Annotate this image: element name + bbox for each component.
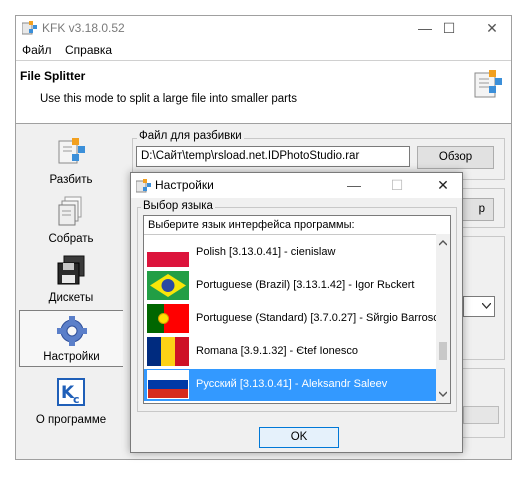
floppy-disks-icon: [57, 255, 85, 285]
list-header: Выберите язык интерфейса программы:: [144, 216, 450, 235]
stacked-pages-icon: [58, 196, 82, 226]
language-item-portuguese-brazil[interactable]: Portuguese (Brazil) [3.13.1.42] - Igor R…: [144, 270, 436, 302]
dialog-minimize-button[interactable]: —: [336, 173, 372, 198]
language-item-portuguese-standard[interactable]: Portuguese (Standard) [3.7.0.27] - Sйrgi…: [144, 303, 440, 335]
dialog-maximize-button[interactable]: ☐: [379, 173, 415, 198]
scroll-thumb[interactable]: [439, 342, 447, 360]
language-label: Portuguese (Standard) [3.7.0.27] - Sйrgi…: [196, 312, 440, 324]
menu-bar: Файл Справка: [16, 40, 511, 60]
flag-poland-icon: [147, 238, 189, 267]
language-label: Русский [3.13.0.41] - Aleksandr Saleev: [196, 378, 388, 390]
language-list[interactable]: Выберите язык интерфейса программы: Poli…: [143, 215, 451, 404]
close-button[interactable]: ✕: [471, 16, 513, 40]
dialog-close-button[interactable]: ✕: [425, 173, 461, 198]
title-bar[interactable]: KFK v3.18.0.52 — ☐ ✕: [16, 16, 511, 40]
menu-file[interactable]: Файл: [22, 43, 52, 57]
app-icon: [22, 21, 37, 35]
maximize-button[interactable]: ☐: [428, 16, 470, 40]
progress-bar: [463, 406, 499, 424]
language-item-romanian[interactable]: Romana [3.9.1.32] - Єtef Ionesco: [144, 336, 436, 368]
sidebar-item-about[interactable]: K c О программе: [19, 372, 123, 429]
gear-icon: [57, 316, 87, 346]
app-icon: [136, 179, 151, 193]
page-subtitle: Use this mode to split a large file into…: [40, 93, 297, 105]
sidebar-item-floppies[interactable]: Дискеты: [19, 250, 123, 307]
size-dropdown[interactable]: [463, 296, 495, 317]
list-scrollbar[interactable]: [436, 234, 450, 403]
flag-brazil-icon: [147, 271, 189, 300]
svg-text:c: c: [73, 393, 80, 406]
page-title: File Splitter: [20, 69, 86, 83]
sidebar-item-label: Дискеты: [48, 292, 94, 304]
sidebar-item-label: Настройки: [43, 351, 100, 363]
browse-button[interactable]: Обзор: [417, 146, 494, 169]
language-item-polish[interactable]: Polish [3.13.0.41] - cienislaw: [144, 237, 436, 269]
window-title: KFK v3.18.0.52: [42, 21, 125, 35]
language-item-russian[interactable]: Русский [3.13.0.41] - Aleksandr Saleev: [144, 369, 436, 401]
sidebar-item-join[interactable]: Собрать: [19, 191, 123, 248]
language-label: Romana [3.9.1.32] - Єtef Ionesco: [196, 345, 358, 357]
sidebar-item-settings[interactable]: Настройки: [19, 310, 123, 367]
dialog-title-bar[interactable]: Настройки — ☐ ✕: [131, 173, 462, 198]
sidebar-item-split[interactable]: Разбить: [19, 132, 123, 189]
list-header-label: Выберите язык интерфейса программы:: [148, 219, 355, 231]
file-group-label: Файл для разбивки: [137, 130, 244, 142]
chevron-down-icon: [482, 303, 491, 309]
sidebar-item-label: О программе: [35, 414, 107, 426]
language-label: Polish [3.13.0.41] - cienislaw: [196, 246, 336, 258]
sidebar-item-label: Собрать: [48, 233, 94, 245]
language-label: Portuguese (Brazil) [3.13.1.42] - Igor R…: [196, 279, 415, 291]
ok-button[interactable]: OK: [259, 427, 339, 448]
scroll-down-icon[interactable]: [439, 391, 447, 397]
mode-header: File Splitter Use this mode to split a l…: [16, 60, 511, 124]
sidebar: Разбить Собрать Дискеты Настройки K c О …: [16, 128, 128, 443]
file-path-input[interactable]: D:\Сайт\temp\rsload.net.IDPhotoStudio.ra…: [136, 146, 410, 167]
language-group-label: Выбор языка: [141, 200, 215, 212]
puzzle-file-icon: [58, 138, 85, 164]
dialog-title: Настройки: [155, 178, 214, 192]
kc-logo-icon: K c: [57, 378, 85, 406]
menu-help[interactable]: Справка: [65, 43, 112, 57]
puzzle-file-icon: [474, 70, 502, 98]
flag-russia-icon: [147, 370, 189, 399]
flag-portugal-icon: [147, 304, 189, 333]
flag-romania-icon: [147, 337, 189, 366]
settings-dialog: Настройки — ☐ ✕ Выбор языка Выберите язы…: [130, 172, 463, 453]
scroll-up-icon[interactable]: [439, 240, 447, 246]
sidebar-item-label: Разбить: [49, 174, 93, 186]
